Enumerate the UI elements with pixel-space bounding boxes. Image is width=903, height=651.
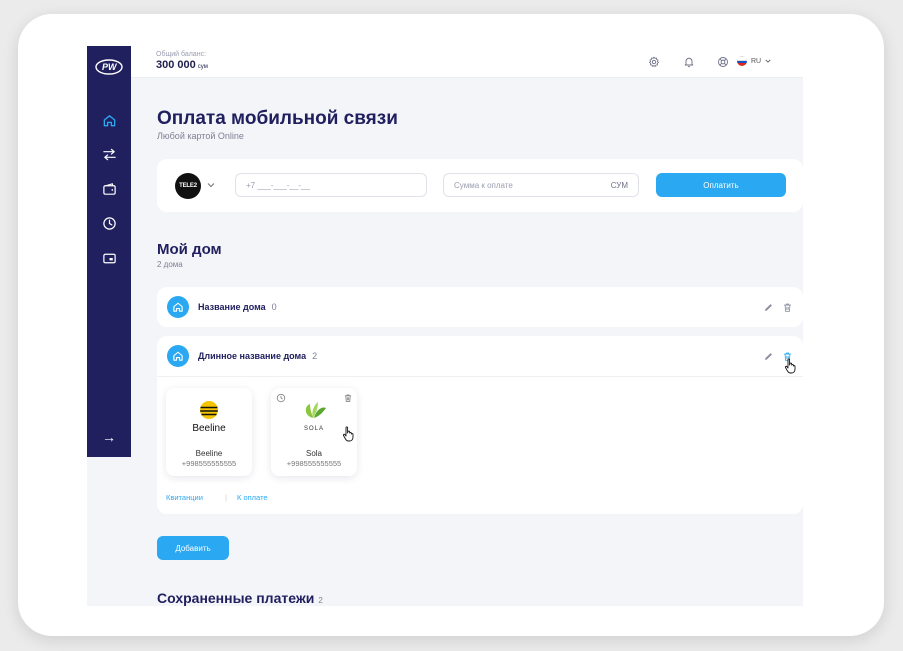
transfer-arrows-icon <box>102 148 116 160</box>
svg-text:Beeline: Beeline <box>192 423 226 434</box>
app-screen: PW → Общий баланс: 300 000 сум RU Оплата… <box>87 46 803 606</box>
house-card[interactable]: Название дома 0 <box>157 287 803 327</box>
clock-icon <box>102 216 116 230</box>
hand-cursor-icon <box>342 426 354 442</box>
house-header: Длинное название дома 2 <box>157 336 803 376</box>
house-name-label: Название дома <box>198 302 266 312</box>
service-phone: +998555555555 <box>181 459 237 468</box>
pencil-icon <box>764 352 772 360</box>
service-card-sola[interactable]: SOLA Sola +998555555555 <box>271 388 357 476</box>
page-title: Оплата мобильной связи <box>157 108 398 129</box>
russia-flag-icon <box>737 56 747 66</box>
house-service-count: 2 <box>312 351 318 361</box>
clock-icon[interactable] <box>276 393 286 403</box>
house-name: Название дома 0 <box>198 302 277 312</box>
saved-payments-title: Сохраненные платежи 2 <box>157 590 323 606</box>
trash-icon[interactable] <box>343 393 353 403</box>
edit-house-button[interactable] <box>761 300 775 314</box>
balance-label: Общий баланс: <box>156 51 207 58</box>
app-logo[interactable]: PW <box>93 52 125 78</box>
logo-icon: PW <box>95 59 123 75</box>
house-header: Название дома 0 <box>157 287 803 327</box>
service-card-beeline[interactable]: Beeline Beeline +998555555555 <box>166 388 252 476</box>
balance-value: 300 000 сум <box>156 59 208 71</box>
arrow-right-icon: → <box>102 429 116 445</box>
sola-logo-icon: SOLA <box>304 402 326 432</box>
sidebar-item-home[interactable] <box>99 110 119 130</box>
amount-input[interactable] <box>454 180 584 190</box>
house-icon <box>167 345 189 367</box>
mobile-payment-form: TELE2 СУМ Оплатить <box>157 159 803 212</box>
sidebar-item-wallet[interactable] <box>99 179 119 199</box>
add-house-button[interactable]: Добавить <box>157 536 229 560</box>
bell-icon <box>684 57 694 68</box>
house-icon <box>167 296 189 318</box>
house-name-label: Длинное название дома <box>198 351 307 361</box>
sidebar-collapse-button[interactable]: → <box>99 427 119 447</box>
settings-button[interactable] <box>647 55 661 69</box>
service-name: Sola <box>305 449 322 458</box>
service-name: Beeline <box>195 449 223 458</box>
wallet-icon <box>102 182 116 195</box>
chevron-down-icon <box>765 59 771 63</box>
language-code: RU <box>751 57 762 65</box>
notifications-button[interactable] <box>682 55 696 69</box>
phone-input[interactable] <box>246 180 416 190</box>
language-selector[interactable]: RU <box>737 56 771 66</box>
pencil-icon <box>764 303 772 311</box>
amount-unit: СУМ <box>610 180 628 190</box>
link-separator: | <box>225 493 227 502</box>
amount-field[interactable]: СУМ <box>443 173 639 197</box>
my-home-subtitle: 2 дома <box>157 260 183 269</box>
sidebar: PW → <box>87 46 131 457</box>
to-pay-link[interactable]: К оплате <box>237 493 268 502</box>
phone-field[interactable] <box>235 173 427 197</box>
svg-text:SOLA: SOLA <box>304 426 324 432</box>
service-phone: +998555555555 <box>286 459 342 468</box>
chevron-down-icon[interactable] <box>207 181 215 189</box>
home-icon <box>103 114 115 126</box>
lifebuoy-icon <box>718 57 728 67</box>
gear-icon <box>649 56 659 67</box>
house-divider <box>157 376 803 377</box>
operator-logo[interactable]: TELE2 <box>175 173 201 199</box>
card-icon <box>102 253 116 263</box>
balance-currency: сум <box>197 64 208 70</box>
beeline-logo-icon: Beeline <box>192 401 226 434</box>
svg-text:PW: PW <box>102 62 118 72</box>
house-card[interactable]: Длинное название дома 2 Beeline Beeline +… <box>157 336 803 514</box>
pay-button[interactable]: Оплатить <box>656 173 786 197</box>
support-button[interactable] <box>716 55 730 69</box>
my-home-title: Мой дом <box>157 241 222 258</box>
hand-cursor-icon <box>784 358 796 374</box>
house-service-count: 0 <box>271 302 277 312</box>
receipts-link[interactable]: Квитанции <box>166 493 203 502</box>
balance-amount: 300 000 <box>156 59 196 71</box>
saved-payments-label: Сохраненные платежи <box>157 590 315 606</box>
edit-house-button[interactable] <box>761 349 775 363</box>
sidebar-item-cards[interactable] <box>99 248 119 268</box>
delete-house-button[interactable] <box>780 300 794 314</box>
page-subtitle: Любой картой Online <box>157 131 244 141</box>
sidebar-item-history[interactable] <box>99 213 119 233</box>
top-header: Общий баланс: 300 000 сум RU <box>131 46 803 78</box>
sidebar-item-transfers[interactable] <box>99 144 119 164</box>
trash-icon <box>783 303 791 312</box>
saved-payments-count: 2 <box>318 596 323 605</box>
house-name: Длинное название дома 2 <box>198 351 317 361</box>
